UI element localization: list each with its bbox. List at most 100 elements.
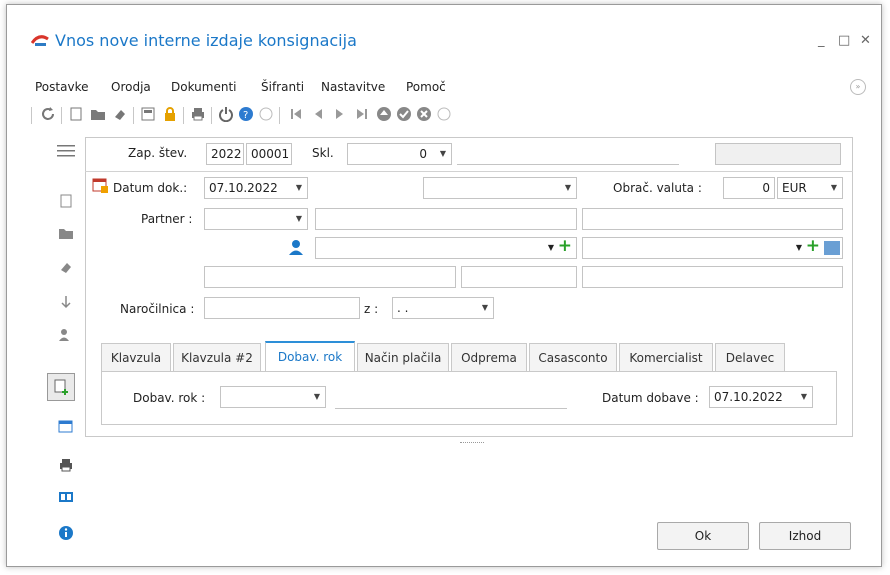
city-field[interactable]: [582, 266, 843, 288]
hamburger-menu-icon[interactable]: [55, 141, 77, 161]
svg-text:?: ?: [243, 110, 248, 121]
menu-collapse-icon[interactable]: »: [850, 79, 866, 95]
app-logo-icon: [30, 33, 49, 47]
window-title: Vnos nove interne izdaje konsignacija: [55, 31, 357, 50]
tab-klavzula-2[interactable]: Klavzula #2: [173, 343, 261, 372]
chevron-down-icon: ▼: [439, 149, 446, 158]
header-divider: [85, 171, 853, 172]
toolbar-separator: [211, 107, 212, 124]
datum-dobave-field[interactable]: 07.10.2022 ▼: [709, 386, 813, 408]
new-document-icon[interactable]: [67, 105, 85, 123]
narocilnica-date-select[interactable]: . . ▼: [392, 297, 494, 319]
narocilnica-label: Naročilnica :: [120, 302, 195, 316]
zap-year-field[interactable]: 2022: [206, 143, 244, 165]
calculator-icon[interactable]: [139, 105, 157, 123]
maximize-button[interactable]: □: [838, 33, 850, 48]
address-field[interactable]: [204, 266, 456, 288]
dialog-window: Vnos nove interne izdaje konsignacija _ …: [6, 4, 882, 567]
partner-extra-field[interactable]: [582, 208, 843, 230]
more-icon[interactable]: [435, 105, 453, 123]
narocilnica-field[interactable]: [204, 297, 360, 319]
datum-dok-value: 07.10.2022: [209, 181, 278, 195]
tab-klavzula[interactable]: Klavzula: [101, 343, 171, 372]
close-button[interactable]: ✕: [860, 33, 871, 48]
tab-dobav-rok[interactable]: Dobav. rok: [265, 341, 355, 372]
add-document-icon[interactable]: [47, 373, 75, 401]
dobav-rok-select[interactable]: ▼: [220, 386, 326, 408]
menu-orodja[interactable]: Orodja: [111, 80, 151, 94]
eraser-icon[interactable]: [55, 257, 77, 277]
zap-number-field[interactable]: 00001: [246, 143, 292, 165]
next-record-icon[interactable]: [331, 105, 349, 123]
ok-button[interactable]: Ok: [657, 522, 749, 550]
datum-dok-field[interactable]: 07.10.2022 ▼: [204, 177, 308, 199]
obrac-amount-field[interactable]: 0: [723, 177, 775, 199]
toolbar-grip: [31, 107, 32, 124]
menu-nastavitve[interactable]: Nastavitve: [321, 80, 385, 94]
dobav-rok-description-field[interactable]: [335, 408, 567, 409]
menu-sifranti[interactable]: Šifranti: [261, 80, 304, 94]
minimize-button[interactable]: _: [818, 33, 825, 48]
tab-komercialist[interactable]: Komercialist: [619, 343, 713, 372]
chevron-down-icon: ▼: [800, 392, 807, 401]
refresh-icon[interactable]: [39, 105, 57, 123]
datum-dok-label: Datum dok.:: [113, 181, 188, 195]
partner-name-field[interactable]: [315, 208, 577, 230]
info-icon[interactable]: [55, 523, 77, 543]
contact-select[interactable]: ▼ +: [315, 237, 577, 259]
power-icon[interactable]: [217, 105, 235, 123]
narocilnica-date-value: . .: [397, 301, 409, 315]
obrac-valuta-label: Obrač. valuta :: [613, 181, 702, 195]
chevron-down-icon: ▼: [481, 303, 488, 312]
folder-icon[interactable]: [55, 223, 77, 243]
arrow-down-icon[interactable]: [55, 292, 77, 312]
columns-icon[interactable]: [55, 487, 77, 507]
add-icon[interactable]: +: [806, 238, 820, 256]
datum-dobave-value: 07.10.2022: [714, 390, 783, 404]
post-field[interactable]: [461, 266, 577, 288]
tab-odprema[interactable]: Odprema: [451, 343, 527, 372]
first-record-icon[interactable]: [287, 105, 305, 123]
tab-nacin-placila[interactable]: Način plačila: [357, 343, 449, 372]
menu-dokumenti[interactable]: Dokumenti: [171, 80, 236, 94]
last-record-icon[interactable]: [353, 105, 371, 123]
eject-icon[interactable]: [375, 105, 393, 123]
menu-postavke[interactable]: Postavke: [35, 80, 88, 94]
currency-select[interactable]: EUR ▼: [777, 177, 843, 199]
chevron-down-icon: ▼: [295, 183, 302, 192]
toolbar-separator: [133, 107, 134, 124]
menu-pomoc[interactable]: Pomoč: [406, 80, 446, 94]
expand-icon[interactable]: [257, 105, 275, 123]
folder-icon[interactable]: [89, 105, 107, 123]
email-icon[interactable]: [824, 241, 840, 255]
print-icon[interactable]: [189, 105, 207, 123]
help-icon[interactable]: ?: [237, 105, 255, 123]
chevron-down-icon: ▼: [313, 392, 320, 401]
skl-description-field[interactable]: [457, 164, 679, 165]
users-icon[interactable]: [55, 325, 77, 345]
confirm-icon[interactable]: [395, 105, 413, 123]
dobav-rok-label: Dobav. rok :: [133, 391, 206, 405]
tab-casasconto[interactable]: Casasconto: [529, 343, 617, 372]
chevron-down-icon: ▼: [795, 243, 802, 252]
chevron-down-icon: ▼: [295, 214, 302, 223]
partner-code-select[interactable]: ▼: [204, 208, 308, 230]
previous-record-icon[interactable]: [309, 105, 327, 123]
toolbar-separator: [183, 107, 184, 124]
lock-icon[interactable]: [161, 105, 179, 123]
calendar-icon[interactable]: [92, 177, 108, 193]
secondary-contact-select[interactable]: ▼ +: [582, 237, 843, 259]
tab-delavec[interactable]: Delavec: [715, 343, 785, 372]
new-document-icon[interactable]: [55, 191, 77, 211]
eraser-icon[interactable]: [111, 105, 129, 123]
chevron-down-icon: ▼: [547, 243, 554, 252]
add-contact-icon[interactable]: +: [558, 238, 572, 256]
print-icon[interactable]: [55, 455, 77, 475]
skl-select[interactable]: 0 ▼: [347, 143, 452, 165]
table-search-icon[interactable]: [55, 417, 77, 437]
exit-button[interactable]: Izhod: [759, 522, 851, 550]
document-type-select[interactable]: ▼: [423, 177, 577, 199]
splitter-grip[interactable]: [460, 442, 484, 445]
cancel-icon[interactable]: [415, 105, 433, 123]
person-icon[interactable]: [289, 239, 303, 255]
